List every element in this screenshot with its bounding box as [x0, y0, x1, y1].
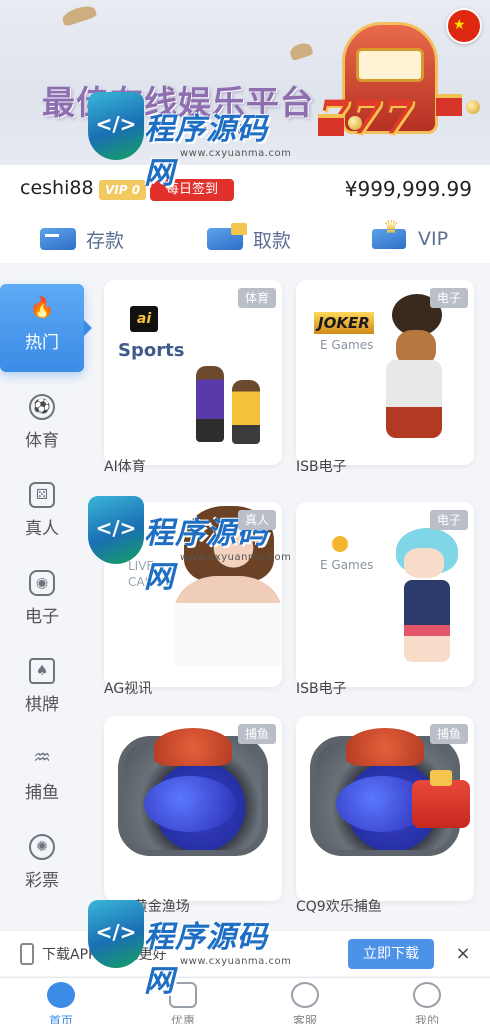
- home-icon: [47, 982, 75, 1008]
- sidebar-item-label: 棋牌: [25, 695, 59, 715]
- wallet-balance: ¥999,999.99: [344, 177, 472, 201]
- game-card[interactable]: 电子 E Games: [296, 502, 474, 687]
- tab-profile[interactable]: 我的: [392, 982, 462, 1024]
- watermark-url: www.cxyuanma.com: [180, 552, 292, 563]
- sidebar-item-label: 电子: [25, 607, 59, 627]
- gamepad-icon: ◉: [29, 570, 55, 596]
- watermark-url: www.cxyuanma.com: [180, 956, 292, 967]
- vip-button[interactable]: VIP: [370, 217, 449, 255]
- joker-body: [386, 360, 442, 438]
- sidebar-item-label: 真人: [25, 519, 59, 539]
- dice-icon: ⚄: [29, 482, 55, 508]
- sidebar-item-sports[interactable]: ⚽ 体育: [0, 382, 84, 468]
- game-name[interactable]: ISB电子: [296, 456, 347, 476]
- fire-icon: 🔥: [29, 295, 55, 319]
- game-card[interactable]: 电子 JOKER E Games: [296, 280, 474, 465]
- sidebar-item-label: 体育: [25, 431, 59, 451]
- sidebar-item-fishing[interactable]: ♒ 捕鱼: [0, 734, 84, 820]
- cards-icon: ♠: [29, 658, 55, 684]
- code-shield-icon: </>: [88, 900, 144, 968]
- china-flag-icon[interactable]: ★: [446, 8, 482, 44]
- game-name[interactable]: CQ9欢乐捕鱼: [296, 896, 382, 916]
- game-category-tag: 体育: [237, 288, 276, 308]
- game-name[interactable]: ISB电子: [296, 678, 347, 698]
- character-body: [404, 580, 450, 662]
- joker-logo: JOKER: [314, 312, 374, 334]
- sidebar-item-hot[interactable]: 🔥 热门: [0, 284, 92, 372]
- code-shield-icon: </>: [88, 92, 144, 160]
- watermark: </> 程序源码网 www.cxyuanma.com: [88, 92, 293, 191]
- game-logo-text: Sports: [118, 340, 185, 361]
- game-logo-text: E Games: [320, 558, 374, 572]
- tab-home[interactable]: 首页: [26, 982, 96, 1024]
- fish-icon: ♒: [33, 745, 51, 769]
- game-name[interactable]: AI体育: [104, 456, 146, 476]
- coin-icon: [348, 116, 362, 130]
- game-category-tag: 电子: [429, 288, 468, 308]
- support-icon: [291, 982, 319, 1008]
- tab-label: 优惠: [170, 1014, 195, 1024]
- tab-label: 我的: [414, 1014, 439, 1024]
- lottery-ball-icon: ✺: [29, 834, 55, 860]
- soccer-icon: ⚽: [29, 394, 55, 420]
- red-envelope-button[interactable]: [412, 770, 470, 828]
- watermark: </> 程序源码网 www.cxyuanma.com: [88, 900, 293, 999]
- wallet-actions: 存款 取款 VIP: [0, 213, 490, 263]
- basketball-player-illustration: [232, 380, 260, 444]
- watermark-url: www.cxyuanma.com: [180, 148, 292, 159]
- sidebar-item-live[interactable]: ⚄ 真人: [0, 470, 84, 556]
- deposit-label: 存款: [86, 229, 125, 252]
- phone-icon: [20, 943, 34, 965]
- sidebar-item-cards[interactable]: ♠ 棋牌: [0, 646, 84, 732]
- app-root: 最佳在线娱乐平台 777 ★ ceshi88 VIP 0 每日签到 ¥999,9…: [0, 0, 490, 1024]
- game-category-tag: 电子: [429, 510, 468, 530]
- basketball-player-illustration: [196, 366, 224, 442]
- game-category-tag: 捕鱼: [429, 724, 468, 744]
- game-logo-text: E Games: [320, 338, 374, 352]
- download-now-button[interactable]: 立即下载: [348, 939, 434, 969]
- sidebar-item-lottery[interactable]: ✺ 彩票: [0, 822, 84, 908]
- red-envelope-close-icon[interactable]: ×: [438, 860, 451, 879]
- game-category-tag: 真人: [237, 510, 276, 530]
- sidebar-item-label: 彩票: [25, 871, 59, 891]
- withdraw-button[interactable]: 取款: [205, 223, 291, 255]
- eagle-decoration-icon: [60, 3, 98, 27]
- close-icon[interactable]: ×: [452, 941, 474, 967]
- whale-game-illustration: [118, 728, 268, 856]
- card-icon: [38, 225, 78, 253]
- profile-icon: [413, 982, 441, 1008]
- eagle-decoration-icon: [288, 40, 314, 62]
- category-sidebar: 🔥 热门 ⚽ 体育 ⚄ 真人 ◉ 电子 ♠ 棋牌 ♒ 捕鱼 ✺ 彩票: [0, 272, 92, 932]
- tab-label: 首页: [48, 1014, 73, 1024]
- game-category-tag: 捕鱼: [237, 724, 276, 744]
- game-name[interactable]: AG视讯: [104, 678, 152, 698]
- vip-level-badge: VIP 0: [99, 180, 147, 200]
- isb-logo-icon: [332, 536, 348, 552]
- withdraw-label: 取款: [253, 229, 292, 252]
- character-face: [404, 548, 444, 578]
- vip-label: VIP: [418, 228, 449, 250]
- game-card[interactable]: 捕鱼: [104, 716, 282, 901]
- game-card[interactable]: 体育 ai Sports: [104, 280, 282, 465]
- deposit-button[interactable]: 存款: [38, 223, 124, 255]
- tab-label: 客服: [292, 1014, 317, 1024]
- wallet-icon: [205, 223, 247, 253]
- coin-icon: [466, 100, 480, 114]
- sidebar-item-label: 捕鱼: [25, 783, 59, 803]
- code-shield-icon: </>: [88, 496, 144, 564]
- sidebar-item-egames[interactable]: ◉ 电子: [0, 558, 84, 644]
- username: ceshi88: [20, 177, 94, 199]
- crown-icon: [370, 217, 410, 253]
- watermark: </> 程序源码网 www.cxyuanma.com: [88, 496, 293, 595]
- ai-sports-logo: ai: [130, 306, 158, 332]
- sidebar-item-label: 热门: [25, 333, 59, 353]
